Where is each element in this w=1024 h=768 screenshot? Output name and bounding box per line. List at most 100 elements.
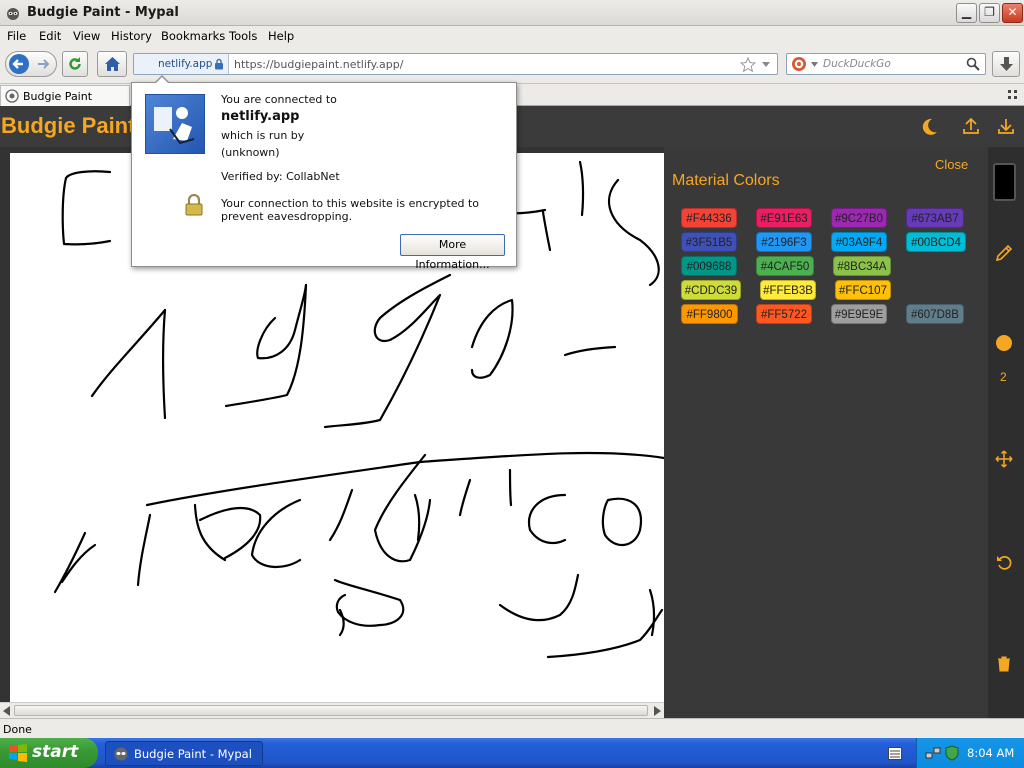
tab-label: Budgie Paint bbox=[23, 90, 93, 103]
title-bar: Budgie Paint - Mypal ▁ ❐ ✕ bbox=[0, 0, 1024, 26]
taskbar-item-budgie-paint[interactable]: Budgie Paint - Mypal bbox=[105, 741, 263, 766]
trash-icon[interactable] bbox=[997, 656, 1011, 672]
color-swatch[interactable]: #2196F3 bbox=[756, 232, 812, 252]
brush-size-dot-icon[interactable] bbox=[995, 334, 1013, 352]
tab-favicon-icon bbox=[5, 89, 19, 103]
moon-icon[interactable] bbox=[919, 117, 939, 137]
clock: 8:04 AM bbox=[967, 746, 1015, 760]
color-swatch[interactable]: #FF5722 bbox=[756, 304, 812, 324]
app-title: Budgie Paint bbox=[1, 113, 136, 138]
scroll-thumb[interactable] bbox=[14, 705, 648, 716]
color-swatch[interactable]: #00BCD4 bbox=[906, 232, 966, 252]
tool-sidebar: 2 bbox=[988, 147, 1024, 718]
scroll-left-icon[interactable] bbox=[3, 706, 11, 716]
network-icon[interactable] bbox=[925, 745, 941, 761]
color-swatch[interactable]: #3F51B5 bbox=[681, 232, 737, 252]
url-text[interactable]: https://budgiepaint.netlify.app/ bbox=[234, 58, 403, 71]
color-swatch[interactable]: #673AB7 bbox=[906, 208, 964, 228]
downloads-button[interactable] bbox=[992, 51, 1020, 77]
color-swatch[interactable]: #E91E63 bbox=[756, 208, 812, 228]
more-information-button[interactable]: More Information... bbox=[400, 234, 505, 271]
color-swatch[interactable]: #8BC34A bbox=[833, 256, 891, 276]
color-panel: Close Material Colors #F44336 #E91E63 #9… bbox=[664, 147, 988, 718]
color-swatch[interactable]: #CDDC39 bbox=[681, 280, 741, 300]
reload-button[interactable] bbox=[62, 51, 88, 77]
popup-run-by-label: which is run by bbox=[221, 129, 305, 142]
system-tray: 8:04 AM bbox=[916, 738, 1024, 768]
menu-edit[interactable]: Edit bbox=[39, 29, 61, 43]
close-window-button[interactable]: ✕ bbox=[1002, 3, 1023, 23]
panel-close-link[interactable]: Close bbox=[935, 157, 968, 172]
minimize-button[interactable]: ▁ bbox=[956, 3, 977, 23]
horizontal-scrollbar[interactable] bbox=[0, 702, 664, 718]
back-arrow-icon[interactable] bbox=[8, 53, 30, 75]
window-title: Budgie Paint - Mypal bbox=[27, 5, 179, 20]
forward-arrow-icon[interactable] bbox=[36, 57, 50, 71]
current-color-swatch[interactable] bbox=[993, 163, 1016, 201]
menu-bookmarks[interactable]: Bookmarks bbox=[161, 29, 225, 43]
url-bar[interactable]: netlify.app https://budgiepaint.netlify.… bbox=[133, 53, 778, 75]
search-bar[interactable]: DuckDuckGo bbox=[786, 53, 986, 75]
download-icon[interactable] bbox=[996, 116, 1016, 136]
popup-arrow-inner bbox=[155, 77, 169, 84]
color-swatch[interactable]: #F44336 bbox=[681, 208, 737, 228]
home-button[interactable] bbox=[97, 51, 127, 77]
popup-encryption-note: Your connection to this website is encry… bbox=[221, 197, 479, 223]
color-swatch[interactable]: #9C27B0 bbox=[831, 208, 887, 228]
menu-bar: File Edit View History Bookmarks Tools H… bbox=[0, 26, 1024, 46]
popup-verifier: Verified by: CollabNet bbox=[221, 170, 340, 183]
keyboard-icon[interactable] bbox=[888, 747, 902, 760]
taskbar: start Budgie Paint - Mypal 8:04 AM bbox=[0, 738, 1024, 768]
popup-site-name: netlify.app bbox=[221, 109, 300, 124]
color-swatch[interactable]: #4CAF50 bbox=[756, 256, 814, 276]
start-button[interactable]: start bbox=[0, 738, 98, 768]
site-identity-button[interactable]: netlify.app bbox=[134, 54, 229, 74]
upload-icon[interactable] bbox=[961, 116, 981, 136]
start-label: start bbox=[32, 742, 79, 762]
menu-history[interactable]: History bbox=[111, 29, 152, 43]
tab-budgie-paint[interactable]: Budgie Paint bbox=[0, 85, 130, 106]
color-swatch[interactable]: #03A9F4 bbox=[831, 232, 887, 252]
download-arrow-icon bbox=[1000, 57, 1013, 71]
tab-grid-icon[interactable] bbox=[1008, 90, 1018, 100]
raccoon-icon bbox=[114, 747, 128, 761]
back-forward-group bbox=[5, 51, 57, 77]
menu-help[interactable]: Help bbox=[268, 29, 294, 43]
site-identity-popup: You are connected to netlify.app which i… bbox=[131, 75, 517, 271]
menu-file[interactable]: File bbox=[7, 29, 26, 43]
color-swatch[interactable]: #FFC107 bbox=[835, 280, 891, 300]
color-swatch[interactable]: #9E9E9E bbox=[831, 304, 887, 324]
pencil-icon[interactable] bbox=[994, 243, 1014, 263]
menu-tools[interactable]: Tools bbox=[229, 29, 257, 43]
color-swatch[interactable]: #FFEB3B bbox=[760, 280, 816, 300]
menu-view[interactable]: View bbox=[73, 29, 100, 43]
status-text: Done bbox=[3, 723, 32, 736]
raccoon-icon bbox=[7, 8, 19, 20]
lock-icon bbox=[215, 58, 223, 70]
move-icon[interactable] bbox=[995, 450, 1013, 468]
brush-size-value: 2 bbox=[1000, 370, 1007, 384]
color-swatch[interactable]: #FF9800 bbox=[681, 304, 738, 324]
popup-connected-label: You are connected to bbox=[221, 93, 337, 106]
scroll-right-icon[interactable] bbox=[653, 706, 661, 716]
star-bookmark-icon[interactable] bbox=[740, 57, 756, 72]
search-icon[interactable] bbox=[966, 57, 980, 71]
panel-title: Material Colors bbox=[672, 172, 780, 189]
status-bar: Done bbox=[0, 718, 1024, 738]
search-input[interactable]: DuckDuckGo bbox=[823, 58, 891, 70]
undo-icon[interactable] bbox=[996, 554, 1013, 571]
taskbar-item-label: Budgie Paint - Mypal bbox=[134, 747, 252, 761]
color-swatch[interactable]: #009688 bbox=[681, 256, 737, 276]
color-swatch[interactable]: #607D8B bbox=[906, 304, 964, 324]
identity-label: netlify.app bbox=[158, 58, 213, 70]
url-dropdown-icon[interactable] bbox=[761, 61, 771, 69]
duckduckgo-icon[interactable] bbox=[791, 56, 807, 72]
reload-icon bbox=[69, 57, 81, 70]
verified-passport-icon bbox=[145, 94, 205, 154]
home-icon bbox=[105, 57, 120, 71]
padlock-icon bbox=[185, 194, 203, 216]
windows-logo-icon bbox=[9, 744, 27, 762]
security-shield-icon[interactable] bbox=[944, 745, 960, 761]
engine-dropdown-icon[interactable] bbox=[811, 62, 818, 67]
maximize-button[interactable]: ❐ bbox=[979, 3, 1000, 23]
